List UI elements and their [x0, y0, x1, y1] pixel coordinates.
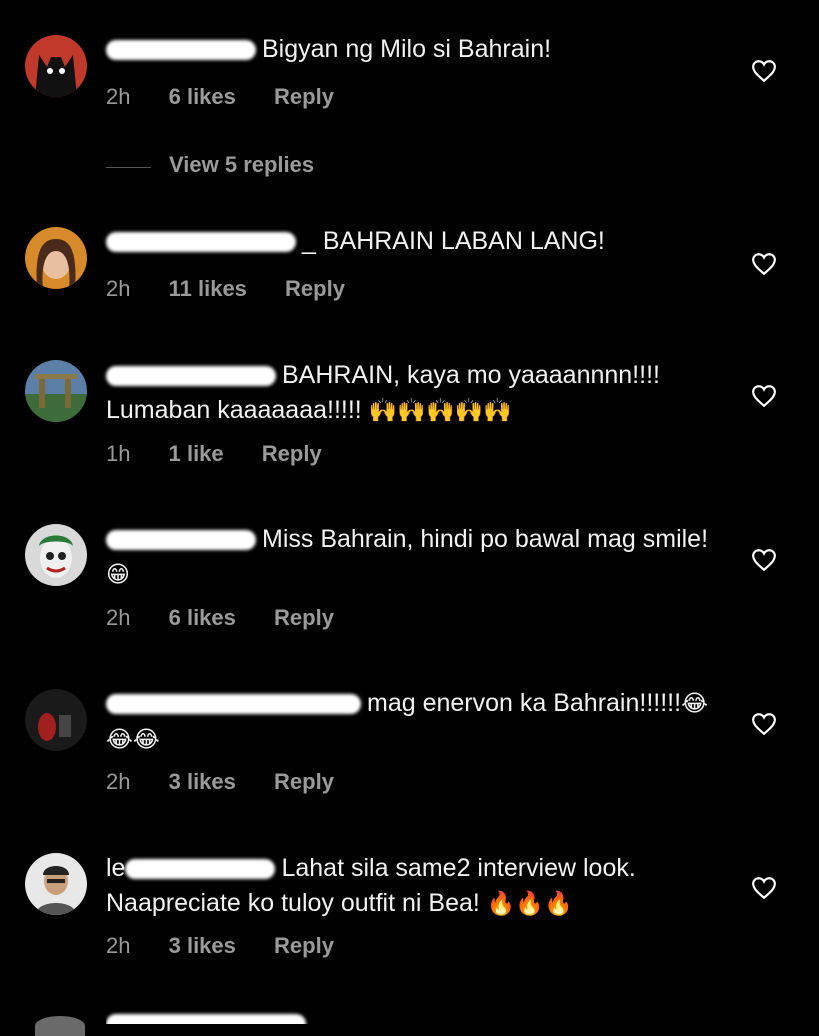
- redacted-username[interactable]: [106, 694, 361, 715]
- likes-count[interactable]: 3 likes: [169, 933, 236, 958]
- redacted-username[interactable]: [106, 366, 276, 387]
- comment-meta: 1h 1 like Reply: [106, 441, 354, 467]
- reply-button[interactable]: Reply: [262, 441, 322, 466]
- heart-icon[interactable]: [751, 712, 777, 736]
- heart-icon[interactable]: [751, 59, 777, 83]
- comment-text: Bigyan ng Milo si Bahrain!: [106, 32, 716, 67]
- reply-button[interactable]: Reply: [274, 769, 334, 794]
- comment-text-partial: [106, 1008, 726, 1024]
- comment-text: Miss Bahrain, hindi po bawal mag smile! …: [106, 525, 709, 588]
- avatar[interactable]: [25, 360, 87, 422]
- avatar[interactable]: [25, 853, 87, 915]
- raised-hands-emoji: 🙌🙌🙌🙌🙌: [368, 398, 512, 424]
- timestamp: 2h: [106, 276, 131, 301]
- comment-meta: 2h 3 likes Reply: [106, 769, 366, 795]
- comment-meta: 2h 11 likes Reply: [106, 276, 377, 302]
- redacted-username[interactable]: [125, 859, 276, 880]
- redacted-username[interactable]: [106, 530, 256, 551]
- comment-text: BAHRAIN, kaya mo yaaaannnn!!!! Lumaban k…: [106, 361, 660, 424]
- reply-button[interactable]: Reply: [274, 605, 334, 630]
- likes-count[interactable]: 6 likes: [169, 84, 236, 109]
- heart-icon[interactable]: [751, 548, 777, 572]
- heart-icon[interactable]: [751, 384, 777, 408]
- replies-divider: [106, 167, 151, 168]
- heart-icon[interactable]: [751, 252, 777, 276]
- fire-emoji: 🔥🔥🔥: [486, 891, 573, 917]
- timestamp: 2h: [106, 605, 131, 630]
- comment-meta: 2h 6 likes Reply: [106, 84, 366, 110]
- comment-text: mag enervon ka Bahrain!!!!!!😂😂😂: [106, 689, 708, 753]
- comment-meta: 2h 6 likes Reply: [106, 605, 366, 631]
- view-replies-label[interactable]: View 5 replies: [169, 152, 314, 178]
- avatar[interactable]: [25, 689, 87, 751]
- avatar-partial[interactable]: [35, 1016, 85, 1036]
- avatar[interactable]: [25, 35, 87, 97]
- comment-text: le Lahat sila same2 interview look. Naapr…: [106, 854, 636, 917]
- heart-icon[interactable]: [751, 876, 777, 900]
- timestamp: 2h: [106, 769, 131, 794]
- likes-count[interactable]: 1 like: [169, 441, 224, 466]
- reply-button[interactable]: Reply: [285, 276, 345, 301]
- comment-meta: 2h 3 likes Reply: [106, 933, 366, 959]
- likes-count[interactable]: 6 likes: [169, 605, 236, 630]
- username-prefix[interactable]: le: [106, 854, 125, 882]
- grinning-face-emoji: 😁: [106, 562, 130, 588]
- reply-button[interactable]: Reply: [274, 84, 334, 109]
- avatar[interactable]: [25, 227, 87, 289]
- redacted-username[interactable]: [106, 1014, 306, 1024]
- comment-text: _ BAHRAIN LABAN LANG!: [106, 224, 716, 259]
- likes-count[interactable]: 11 likes: [169, 276, 247, 301]
- avatar[interactable]: [25, 524, 87, 586]
- timestamp: 2h: [106, 84, 131, 109]
- reply-button[interactable]: Reply: [274, 933, 334, 958]
- timestamp: 2h: [106, 933, 131, 958]
- redacted-username[interactable]: [106, 40, 256, 61]
- likes-count[interactable]: 3 likes: [169, 769, 236, 794]
- timestamp: 1h: [106, 441, 131, 466]
- redacted-username[interactable]: [106, 232, 296, 253]
